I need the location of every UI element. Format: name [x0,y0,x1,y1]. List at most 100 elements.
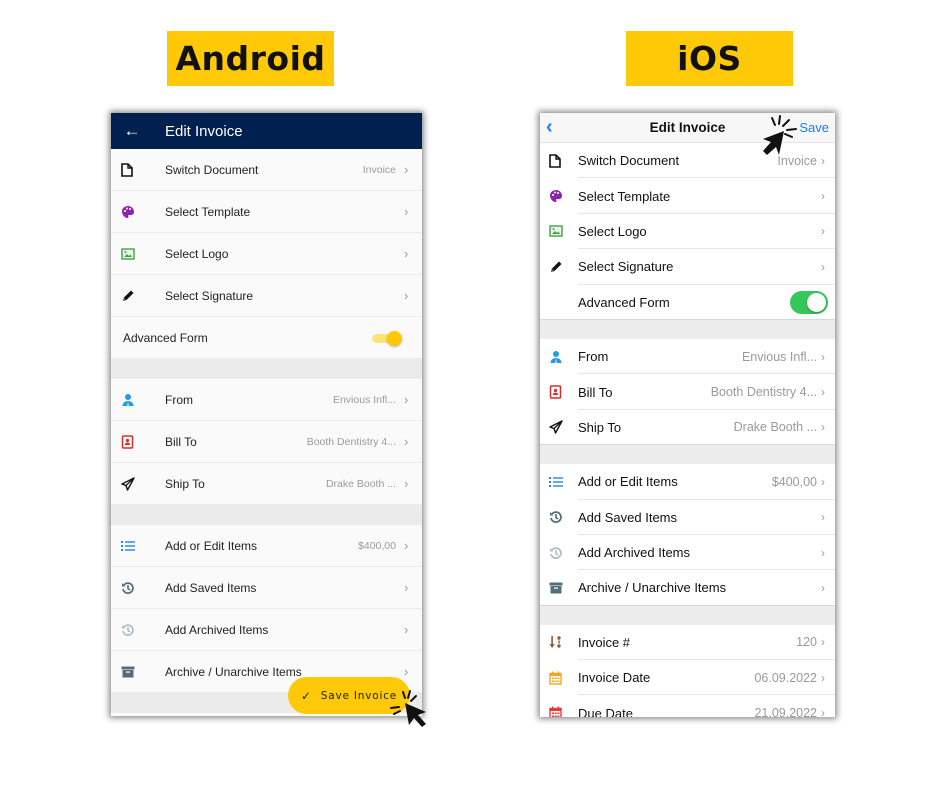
chevron-right-icon: › [404,392,409,407]
android-screen: ← Edit Invoice Switch Document Invoice ›… [111,113,422,716]
row-select-logo[interactable]: Select Logo › [111,233,422,275]
row-add-edit-items[interactable]: Add or Edit Items $400,00 › [111,525,422,567]
row-invoice-number[interactable]: Invoice # 120 › [540,624,835,661]
history-icon [540,510,578,524]
row-add-saved-items[interactable]: Add Saved Items › [540,499,835,536]
row-select-signature[interactable]: Select Signature › [540,249,835,285]
row-label: Switch Document [165,162,259,177]
row-add-archived-items[interactable]: Add Archived Items › [111,609,422,651]
list-icon [540,476,578,488]
palette-icon [111,205,147,219]
history-icon [111,581,147,595]
chevron-right-icon: › [821,385,825,400]
chevron-right-icon: › [821,224,825,239]
chevron-right-icon: › [821,259,825,274]
archive-box-icon [540,582,578,594]
calendar-red-icon [540,706,578,717]
row-value: Drake Booth ... [733,420,817,435]
list-icon [111,540,147,552]
row-select-logo[interactable]: Select Logo › [540,213,835,250]
row-select-template[interactable]: Select Template › [540,178,835,215]
row-from[interactable]: From Envious Infl... › [540,338,835,375]
row-label: Add or Edit Items [165,538,258,553]
row-add-saved-items[interactable]: Add Saved Items › [111,567,422,609]
row-bill-to[interactable]: Bill To Booth Dentistry 4... › [540,374,835,411]
section-divider [111,359,422,379]
section-divider [540,319,835,339]
row-value: Envious Infl... [741,349,817,364]
row-value: $400,00 [358,539,396,552]
row-label: Add Archived Items [578,545,690,561]
palette-icon [540,189,578,203]
chevron-left-icon[interactable]: ‹ [546,116,553,139]
row-from[interactable]: From Envious Infl... › [111,379,422,421]
calendar-orange-icon [540,671,578,685]
click-cursor-icon [763,115,797,155]
back-arrow-icon[interactable]: ← [111,121,153,141]
row-label: Bill To [165,434,197,449]
image-icon [540,225,578,238]
row-value: 120 [796,635,817,650]
row-due-date[interactable]: Due Date 21.09.2022 › [540,695,835,717]
row-bill-to[interactable]: Bill To Booth Dentistry 4... › [111,421,422,463]
chevron-right-icon: › [821,545,825,560]
row-label: Ship To [578,419,622,435]
chevron-right-icon: › [404,622,409,637]
row-label: Select Signature [165,288,254,303]
paper-plane-icon [540,420,578,435]
row-label: Advanced Form [578,294,670,310]
chevron-right-icon: › [821,670,825,685]
row-ship-to[interactable]: Ship To Drake Booth ... › [540,409,835,446]
row-label: Switch Document [578,153,680,169]
row-ship-to[interactable]: Ship To Drake Booth ... › [111,463,422,505]
row-add-archived-items[interactable]: Add Archived Items › [540,534,835,571]
pencil-icon [111,289,147,303]
history-faded-icon [111,623,147,637]
chevron-right-icon: › [821,420,825,435]
row-value: Invoice [362,163,396,176]
row-label: Select Logo [578,223,647,239]
row-label: Due Date [578,705,633,717]
row-label: Add or Edit Items [578,474,678,490]
person-icon [111,393,147,407]
android-heading: Android [167,31,334,86]
section-divider [111,505,422,525]
save-invoice-label: Save Invoice [320,689,398,702]
row-select-signature[interactable]: Select Signature › [111,275,422,317]
row-advanced-form: Advanced Form [111,317,422,359]
row-label: Ship To [165,476,205,491]
row-label: Select Template [165,204,251,219]
row-label: Select Signature [578,259,674,275]
chevron-right-icon: › [404,204,409,219]
chevron-right-icon: › [404,580,409,595]
archive-box-icon [111,666,147,678]
row-switch-document[interactable]: Switch Document Invoice › [111,149,422,191]
image-icon [111,247,147,260]
advanced-form-switch[interactable] [790,290,828,314]
chevron-right-icon: › [404,162,409,177]
chevron-right-icon: › [821,635,825,650]
chevron-right-icon: › [821,510,825,525]
contact-book-icon [111,434,147,449]
row-label: Add Archived Items [165,622,269,637]
row-select-template[interactable]: Select Template › [111,191,422,233]
document-icon [540,153,578,168]
row-label: From [165,392,193,407]
section-divider [540,605,835,625]
chevron-right-icon: › [404,434,409,449]
row-invoice-date[interactable]: Invoice Date 06.09.2022 › [540,660,835,696]
row-label: Advanced Form [123,330,208,345]
row-label: Archive / Unarchive Items [578,580,727,596]
chevron-right-icon: › [404,538,409,553]
row-label: Invoice Date [578,670,651,686]
sort-number-icon [540,635,578,649]
row-archive-unarchive-items[interactable]: Archive / Unarchive Items › [540,570,835,607]
advanced-form-toggle[interactable] [372,330,402,346]
row-label: Bill To [578,384,613,400]
row-value: 06.09.2022 [754,670,817,685]
row-add-edit-items[interactable]: Add or Edit Items $400,00 › [540,464,835,500]
row-value: 21.09.2022 [754,706,817,717]
chevron-right-icon: › [821,474,825,489]
chevron-right-icon: › [821,153,825,168]
chevron-right-icon: › [404,664,409,679]
